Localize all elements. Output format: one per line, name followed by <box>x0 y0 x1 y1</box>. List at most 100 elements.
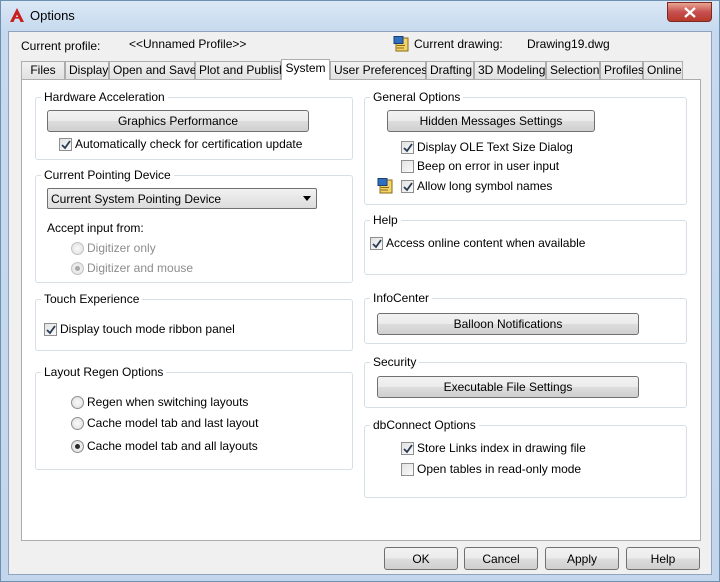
group-title: Help <box>370 213 401 227</box>
checkbox-box <box>59 138 72 151</box>
checkbox-label: Allow long symbol names <box>417 179 553 193</box>
group-title: InfoCenter <box>370 291 433 305</box>
checkbox-label: Display touch mode ribbon panel <box>60 322 235 336</box>
checkbox-label: Beep on error in user input <box>417 159 560 173</box>
accept-input-label: Accept input from: <box>47 221 144 235</box>
radio-selected-dot <box>75 444 80 449</box>
tab-selection[interactable]: Selection <box>546 61 600 79</box>
current-drawing-label: Current drawing: <box>414 37 503 51</box>
hidden-messages-settings-button[interactable]: Hidden Messages Settings <box>387 110 595 132</box>
drawing-file-icon <box>393 36 409 52</box>
title-bar[interactable]: Options <box>1 1 719 31</box>
tab-display[interactable]: Display <box>65 61 109 79</box>
checkbox-label: Automatically check for certification up… <box>75 137 303 151</box>
graphics-performance-button[interactable]: Graphics Performance <box>47 110 309 132</box>
radio-circle <box>71 262 84 275</box>
checkbox-box <box>44 323 57 336</box>
infocenter-group: InfoCenter Balloon Notifications <box>364 291 687 344</box>
touch-ribbon-checkbox[interactable]: Display touch mode ribbon panel <box>44 322 264 338</box>
select-value: Current System Pointing Device <box>51 192 222 206</box>
allow-long-symbol-names-checkbox[interactable]: Allow long symbol names <box>401 179 601 195</box>
checkmark-icon <box>46 325 56 335</box>
dropdown-arrow-icon <box>303 196 311 201</box>
tab-online[interactable]: Online <box>643 61 683 79</box>
radio-label: Cache model tab and all layouts <box>87 439 258 453</box>
hardware-acceleration-group: Hardware Acceleration Graphics Performan… <box>35 90 353 160</box>
pointing-device-group: Current Pointing Device Current System P… <box>35 168 353 283</box>
group-title: Hardware Acceleration <box>41 90 168 104</box>
drawing-file-icon <box>377 178 393 194</box>
tab-system[interactable]: System <box>281 59 330 80</box>
tab-plot-and-publish[interactable]: Plot and Publish <box>195 61 286 79</box>
group-title: Touch Experience <box>41 292 143 306</box>
checkbox-label: Open tables in read-only mode <box>417 462 582 476</box>
digitizer-only-radio[interactable]: Digitizer only <box>71 241 191 257</box>
current-drawing-value: Drawing19.dwg <box>527 37 610 51</box>
beep-on-error-checkbox[interactable]: Beep on error in user input <box>401 159 601 175</box>
system-tab-page: Hardware Acceleration Graphics Performan… <box>21 79 701 541</box>
window-title: Options <box>30 8 75 23</box>
apply-button[interactable]: Apply <box>545 547 619 570</box>
group-title: Security <box>370 355 420 369</box>
store-links-index-checkbox[interactable]: Store Links index in drawing file <box>401 441 621 457</box>
regen-switching-layouts-radio[interactable]: Regen when switching layouts <box>71 395 271 411</box>
tab-drafting[interactable]: Drafting <box>426 61 474 79</box>
cache-model-last-layout-radio[interactable]: Cache model tab and last layout <box>71 416 271 432</box>
checkbox-box <box>401 141 414 154</box>
checkmark-icon <box>61 140 71 150</box>
radio-selected-dot <box>75 266 80 271</box>
checkbox-label: Access online content when available <box>386 236 586 250</box>
general-options-group: General Options Hidden Messages Settings… <box>364 90 687 205</box>
cancel-button[interactable]: Cancel <box>464 547 538 570</box>
close-button[interactable] <box>667 2 712 22</box>
checkmark-icon <box>403 143 413 153</box>
access-online-content-checkbox[interactable]: Access online content when available <box>370 236 610 252</box>
tab-profiles[interactable]: Profiles <box>600 61 644 79</box>
checkbox-label: Store Links index in drawing file <box>417 441 586 455</box>
tab-user-preferences[interactable]: User Preferences <box>330 61 427 79</box>
group-title: Current Pointing Device <box>41 168 174 182</box>
autocad-app-icon <box>10 8 24 22</box>
open-tables-read-only-checkbox[interactable]: Open tables in read-only mode <box>401 462 621 478</box>
checkbox-box <box>401 180 414 193</box>
dialog-body: Current profile: <<Unnamed Profile>> Cur… <box>8 31 712 575</box>
checkbox-label: Display OLE Text Size Dialog <box>417 140 573 154</box>
tab-files[interactable]: Files <box>21 61 65 79</box>
radio-label: Digitizer and mouse <box>87 261 194 275</box>
current-profile-value: <<Unnamed Profile>> <box>129 37 247 51</box>
checkbox-box <box>401 160 414 173</box>
close-icon <box>684 7 696 18</box>
options-dialog: Options Current profile: <<Unnamed Profi… <box>0 0 720 582</box>
radio-circle <box>71 417 84 430</box>
group-title: Layout Regen Options <box>41 365 167 379</box>
tab-3d-modeling[interactable]: 3D Modeling <box>474 61 546 79</box>
tab-open-and-save[interactable]: Open and Save <box>109 61 196 79</box>
group-title: General Options <box>370 90 464 104</box>
radio-circle <box>71 242 84 255</box>
balloon-notifications-button[interactable]: Balloon Notifications <box>377 313 639 335</box>
help-button[interactable]: Help <box>626 547 700 570</box>
radio-circle <box>71 396 84 409</box>
help-group: Help Access online content when availabl… <box>364 213 687 275</box>
checkbox-box <box>401 442 414 455</box>
executable-file-settings-button[interactable]: Executable File Settings <box>377 376 639 398</box>
ok-button[interactable]: OK <box>384 547 458 570</box>
current-profile-label: Current profile: <box>21 39 101 53</box>
checkbox-box <box>401 463 414 476</box>
checkmark-icon <box>403 444 413 454</box>
touch-experience-group: Touch Experience Display touch mode ribb… <box>35 292 353 351</box>
dbconnect-options-group: dbConnect Options Store Links index in d… <box>364 418 687 498</box>
radio-label: Regen when switching layouts <box>87 395 249 409</box>
cache-model-all-layouts-radio[interactable]: Cache model tab and all layouts <box>71 439 271 455</box>
checkmark-icon <box>403 182 413 192</box>
layout-regen-group: Layout Regen Options Regen when switchin… <box>35 365 353 470</box>
checkbox-box <box>370 237 383 250</box>
display-ole-text-size-checkbox[interactable]: Display OLE Text Size Dialog <box>401 140 601 156</box>
radio-label: Cache model tab and last layout <box>87 416 259 430</box>
security-group: Security Executable File Settings <box>364 355 687 408</box>
pointing-device-select[interactable]: Current System Pointing Device <box>47 188 317 209</box>
checkmark-icon <box>372 239 382 249</box>
digitizer-and-mouse-radio[interactable]: Digitizer and mouse <box>71 261 211 277</box>
radio-circle <box>71 440 84 453</box>
auto-check-certification-checkbox[interactable]: Automatically check for certification up… <box>59 137 319 153</box>
